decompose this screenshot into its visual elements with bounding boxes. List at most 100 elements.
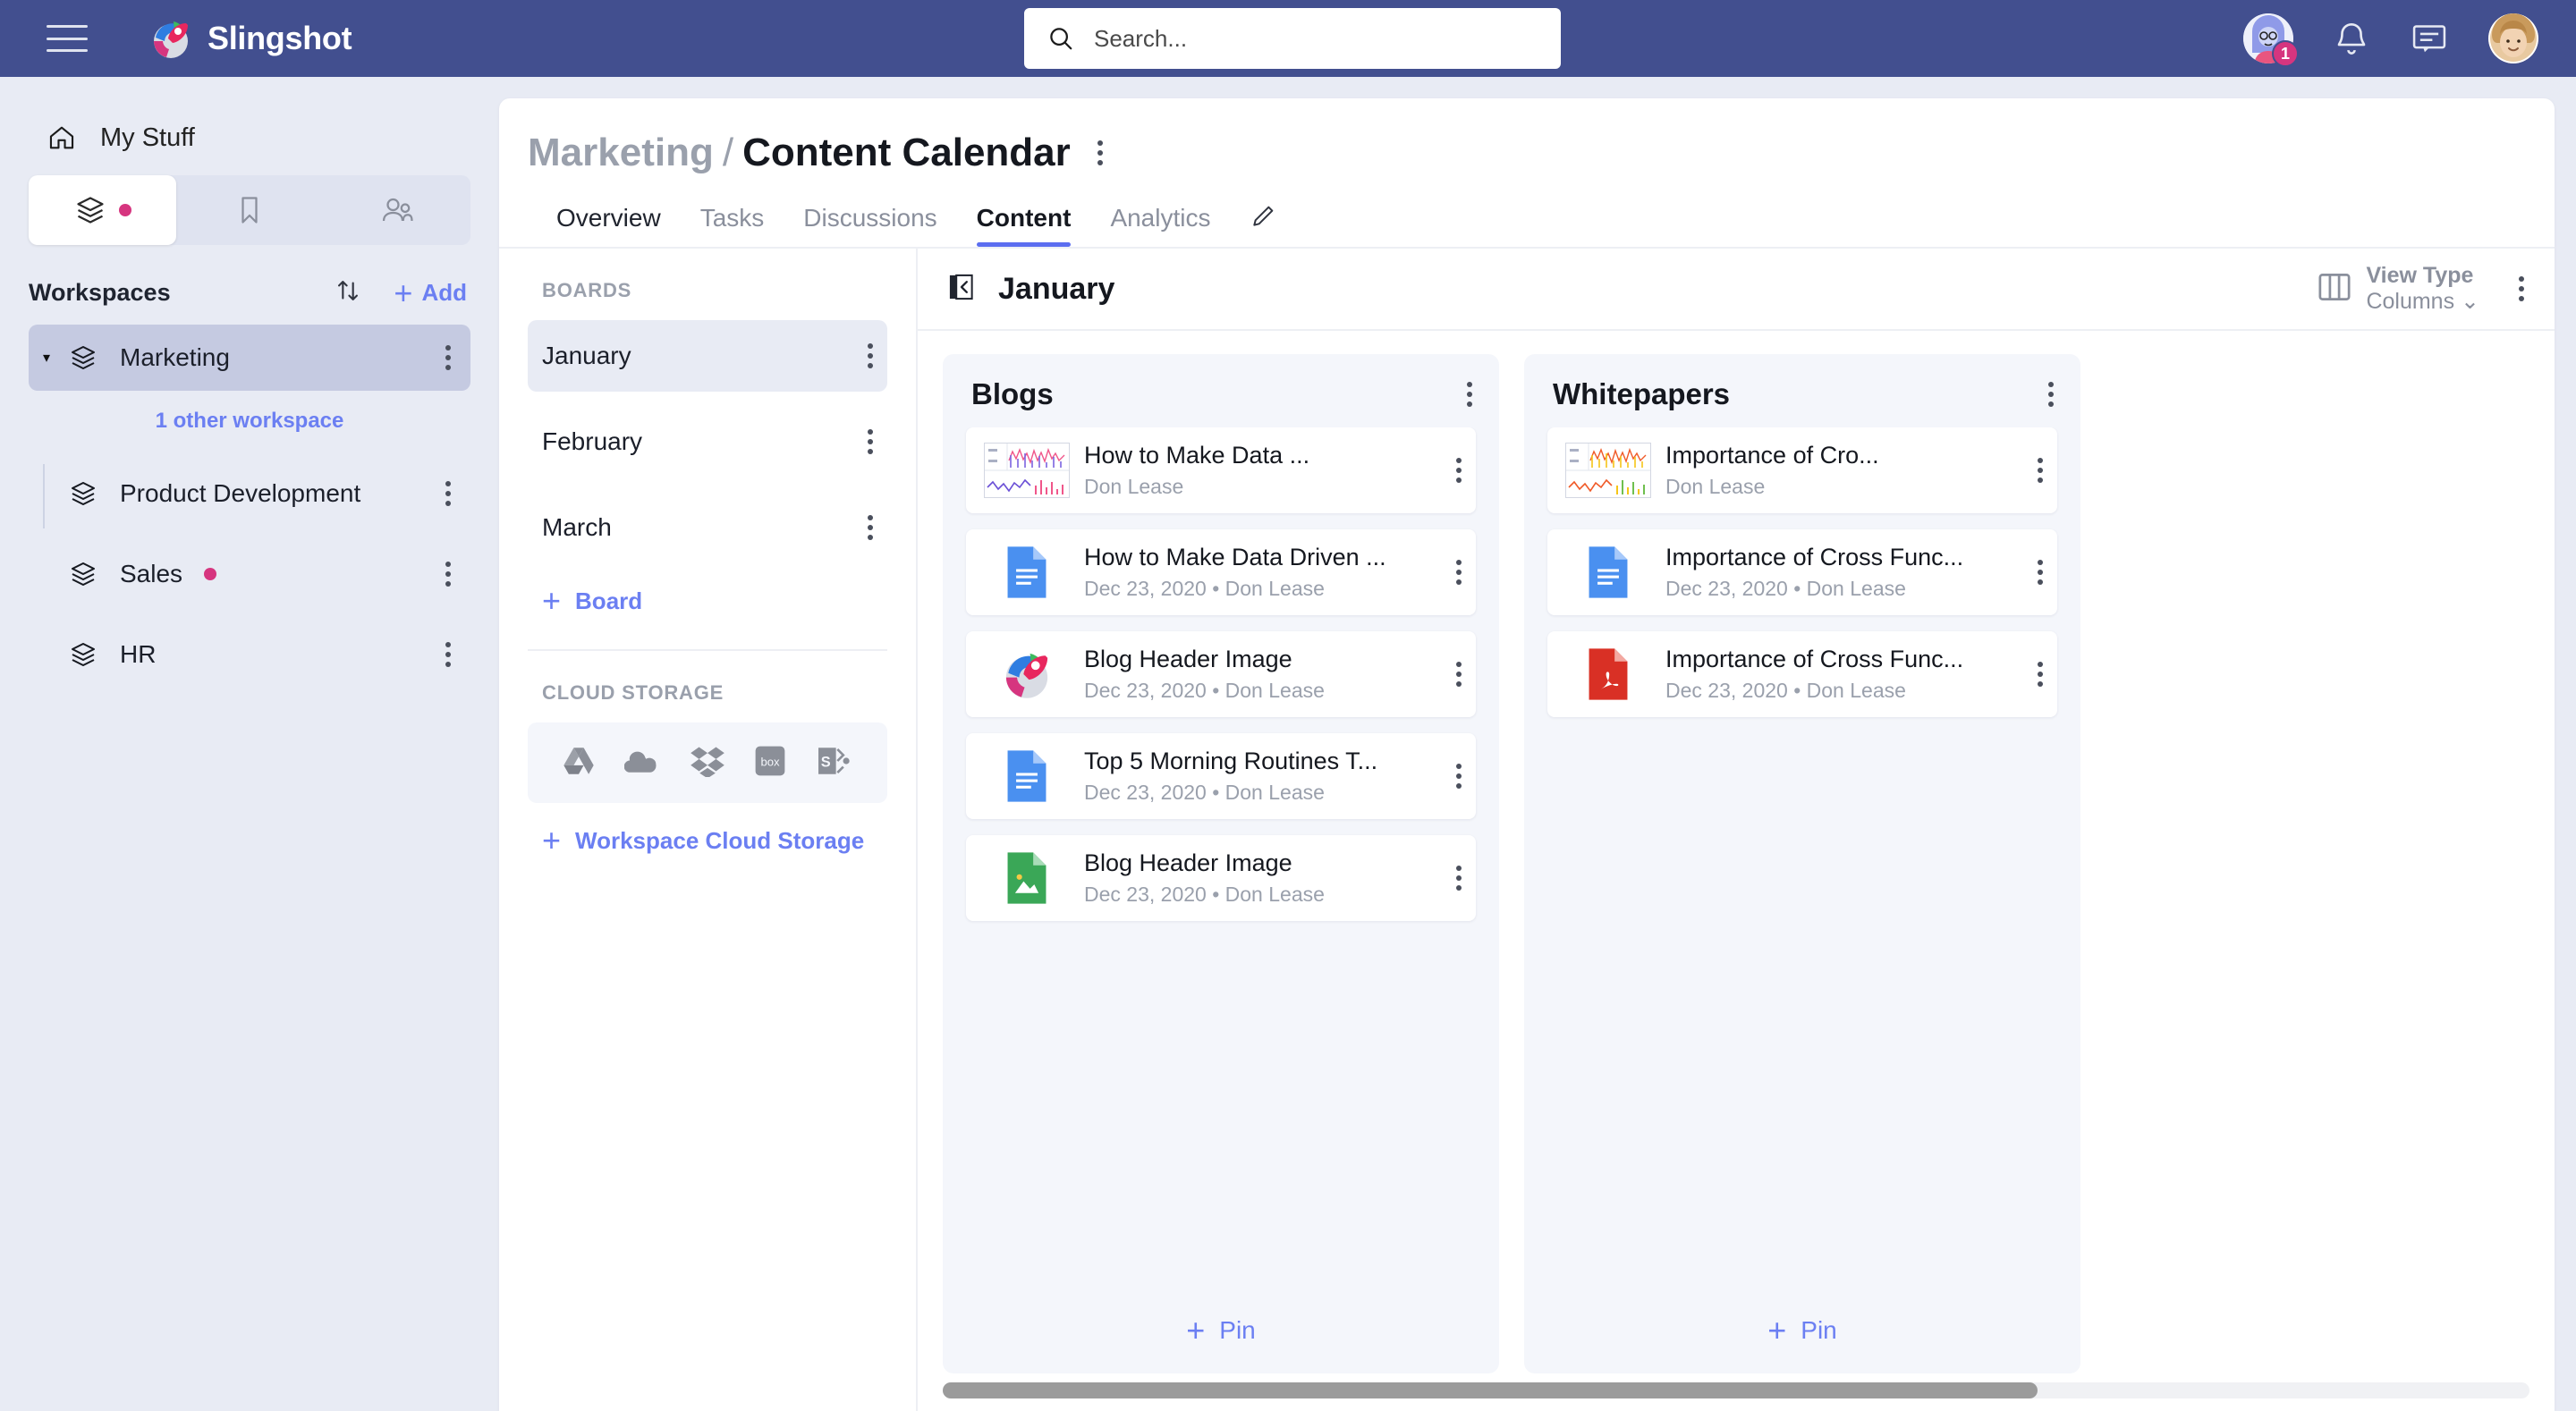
- slingshot-icon: [982, 649, 1072, 699]
- notifications-button[interactable]: [2333, 20, 2370, 57]
- onedrive-icon[interactable]: [623, 747, 662, 780]
- sidebar-item-sales[interactable]: Sales: [29, 541, 470, 607]
- board-options-button[interactable]: [868, 429, 873, 454]
- assistant-avatar-button[interactable]: 1: [2243, 13, 2299, 67]
- card-title: How to Make Data Driven ...: [1084, 544, 1386, 570]
- sidebar-tab-workspaces[interactable]: [29, 175, 176, 245]
- card-item[interactable]: How to Make Data Driven ... Dec 23, 2020…: [966, 529, 1476, 615]
- sidebar-item-hr[interactable]: HR: [29, 621, 470, 688]
- tab-overview[interactable]: Overview: [556, 204, 661, 247]
- workspace-options-button[interactable]: [445, 345, 451, 370]
- chevron-down-icon[interactable]: ▾: [43, 349, 61, 367]
- card-item[interactable]: Importance of Cross Func... Dec 23, 2020…: [1547, 529, 2057, 615]
- layers-icon: [63, 560, 104, 588]
- sidebar-tab-strip: [29, 175, 470, 245]
- breadcrumb-workspace[interactable]: Marketing: [528, 131, 714, 175]
- pin-button[interactable]: + Pin: [1524, 1291, 2080, 1373]
- boards-section-label: BOARDS: [542, 279, 632, 301]
- google-docs-icon: [1563, 545, 1653, 600]
- card-item[interactable]: How to Make Data ... Don Lease: [966, 427, 1476, 513]
- card-options-button[interactable]: [1447, 560, 1462, 585]
- edit-tabs-button[interactable]: [1250, 201, 1278, 247]
- tab-analytics[interactable]: Analytics: [1110, 204, 1210, 247]
- card-meta: Blog Header Image Dec 23, 2020 • Don Lea…: [1072, 646, 1447, 703]
- sort-arrows-icon[interactable]: [333, 275, 363, 310]
- search-icon: [1050, 28, 1072, 50]
- scrollbar-thumb[interactable]: [943, 1382, 2038, 1398]
- column-options-button[interactable]: [2048, 382, 2054, 407]
- board-item-january[interactable]: January: [528, 320, 887, 392]
- view-type-text: View Type Columns ⌄: [2366, 263, 2479, 315]
- workspace-name: Marketing: [120, 343, 230, 371]
- sharepoint-icon[interactable]: S: [815, 745, 854, 782]
- messages-button[interactable]: [2410, 20, 2449, 57]
- card-subtitle: Dec 23, 2020 • Don Lease: [1665, 577, 1906, 600]
- card-item[interactable]: Importance of Cross Func... Dec 23, 2020…: [1547, 631, 2057, 717]
- dropbox-icon[interactable]: [690, 745, 725, 782]
- card-subtitle: Don Lease: [1665, 475, 1766, 498]
- other-workspaces-link[interactable]: 1 other workspace: [0, 409, 499, 434]
- box-icon[interactable]: box: [753, 745, 787, 782]
- content-panel: Marketing / Content Calendar Overview Ta…: [499, 98, 2555, 1411]
- chart-thumbnail-icon: [1563, 443, 1653, 498]
- add-workspace-cloud-storage-button[interactable]: + Workspace Cloud Storage: [528, 803, 887, 857]
- sidebar-tab-bookmarks[interactable]: [176, 175, 324, 245]
- card-item[interactable]: Blog Header Image Dec 23, 2020 • Don Lea…: [966, 835, 1476, 921]
- column-options-button[interactable]: [1467, 382, 1472, 407]
- unread-dot: [204, 568, 217, 580]
- search-input[interactable]: [1094, 8, 1561, 69]
- card-options-button[interactable]: [1447, 458, 1462, 483]
- card-options-button[interactable]: [2029, 560, 2043, 585]
- plus-icon: +: [1186, 1312, 1206, 1348]
- sidebar-item-marketing[interactable]: ▾ Marketing: [29, 325, 470, 391]
- column-title: Whitepapers: [1553, 377, 1731, 410]
- search-box[interactable]: [1024, 8, 1561, 69]
- workspace-name: HR: [120, 640, 157, 668]
- google-docs-icon: [982, 748, 1072, 804]
- assistant-badge: 1: [2272, 40, 2299, 67]
- card-item[interactable]: Top 5 Morning Routines T... Dec 23, 2020…: [966, 733, 1476, 819]
- workspace-options-button[interactable]: [445, 481, 451, 506]
- brand[interactable]: Slingshot: [150, 18, 352, 59]
- card-options-button[interactable]: [2029, 458, 2043, 483]
- board-options-button[interactable]: [868, 515, 873, 540]
- collapse-panel-icon[interactable]: [948, 273, 975, 306]
- board-item-february[interactable]: February: [528, 406, 887, 477]
- workspace-options-button[interactable]: [445, 642, 451, 667]
- column-header: Whitepapers: [1524, 354, 2080, 427]
- workspaces-unread-dot: [119, 204, 132, 216]
- card-options-button[interactable]: [1447, 866, 1462, 891]
- tab-tasks[interactable]: Tasks: [700, 204, 765, 247]
- sidebar-item-my-stuff[interactable]: My Stuff: [0, 77, 499, 163]
- user-avatar[interactable]: [2488, 13, 2538, 63]
- tab-discussions[interactable]: Discussions: [803, 204, 936, 247]
- board-options-button[interactable]: [868, 343, 873, 368]
- card-options-button[interactable]: [2029, 662, 2043, 687]
- board-item-march[interactable]: March: [528, 492, 887, 563]
- card-meta: Top 5 Morning Routines T... Dec 23, 2020…: [1072, 748, 1447, 805]
- card-options-button[interactable]: [1447, 764, 1462, 789]
- app-root: Slingshot Search... 1 My Stuff Workspace…: [0, 0, 2576, 1411]
- pdf-file-icon: [1563, 646, 1653, 702]
- board-options-button[interactable]: [2519, 276, 2524, 301]
- page-options-button[interactable]: [1097, 140, 1103, 165]
- chat-icon: [2412, 25, 2446, 53]
- view-type-selector[interactable]: View Type Columns ⌄: [2318, 263, 2479, 315]
- pin-button[interactable]: + Pin: [943, 1291, 1499, 1373]
- hamburger-menu-icon[interactable]: [47, 25, 88, 52]
- card-item[interactable]: Blog Header Image Dec 23, 2020 • Don Lea…: [966, 631, 1476, 717]
- sidebar-tab-people[interactable]: [323, 175, 470, 245]
- google-drive-icon[interactable]: [561, 745, 597, 782]
- horizontal-scrollbar[interactable]: [943, 1382, 2529, 1398]
- workspace-options-button[interactable]: [445, 562, 451, 587]
- search-container: [1024, 8, 1561, 69]
- plus-icon: +: [542, 822, 562, 858]
- card-item[interactable]: Importance of Cro... Don Lease: [1547, 427, 2057, 513]
- card-options-button[interactable]: [1447, 662, 1462, 687]
- add-workspace-button[interactable]: + Add: [394, 276, 467, 309]
- add-board-button[interactable]: + Board: [528, 563, 887, 617]
- sidebar-item-product-development[interactable]: Product Development: [29, 460, 470, 527]
- tab-content[interactable]: Content: [976, 204, 1071, 247]
- page-tabs: Overview Tasks Discussions Content Analy…: [528, 175, 2555, 247]
- workspace-children: Product Development: [0, 460, 499, 528]
